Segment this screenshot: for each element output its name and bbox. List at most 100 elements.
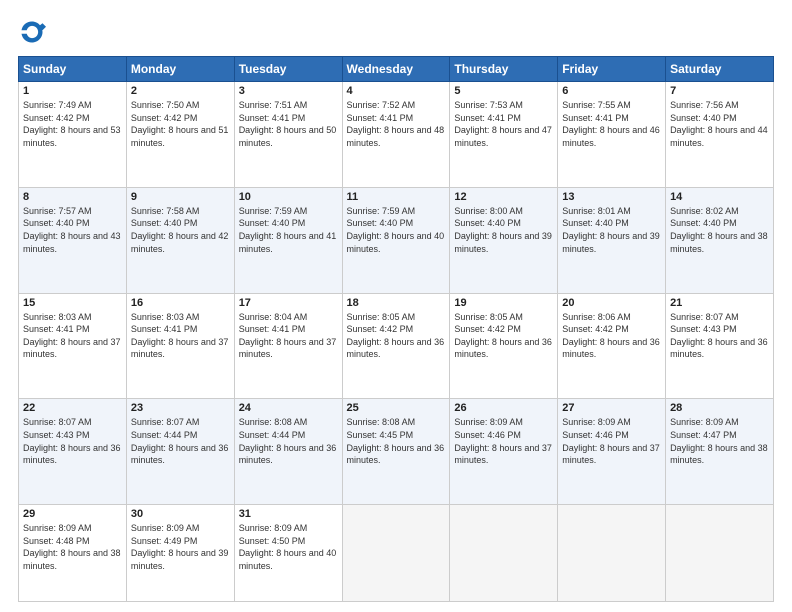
calendar-week-row: 29 Sunrise: 8:09 AM Sunset: 4:48 PM Dayl…: [19, 505, 774, 602]
day-number: 15: [23, 297, 122, 309]
calendar-week-row: 22 Sunrise: 8:07 AM Sunset: 4:43 PM Dayl…: [19, 399, 774, 505]
day-number: 26: [454, 402, 553, 414]
day-number: 10: [239, 191, 338, 203]
day-info: Sunrise: 8:09 AM Sunset: 4:48 PM Dayligh…: [23, 522, 122, 572]
logo: [18, 18, 50, 46]
day-info: Sunrise: 8:09 AM Sunset: 4:46 PM Dayligh…: [562, 416, 661, 466]
day-info: Sunrise: 7:49 AM Sunset: 4:42 PM Dayligh…: [23, 99, 122, 149]
day-number: 27: [562, 402, 661, 414]
calendar-week-row: 8 Sunrise: 7:57 AM Sunset: 4:40 PM Dayli…: [19, 187, 774, 293]
day-info: Sunrise: 8:03 AM Sunset: 4:41 PM Dayligh…: [23, 311, 122, 361]
day-number: 22: [23, 402, 122, 414]
day-number: 6: [562, 85, 661, 97]
day-info: Sunrise: 8:00 AM Sunset: 4:40 PM Dayligh…: [454, 205, 553, 255]
header-thursday: Thursday: [450, 57, 558, 82]
day-info: Sunrise: 8:07 AM Sunset: 4:44 PM Dayligh…: [131, 416, 230, 466]
table-row: 17 Sunrise: 8:04 AM Sunset: 4:41 PM Dayl…: [234, 293, 342, 399]
header-tuesday: Tuesday: [234, 57, 342, 82]
table-row: 20 Sunrise: 8:06 AM Sunset: 4:42 PM Dayl…: [558, 293, 666, 399]
day-info: Sunrise: 7:59 AM Sunset: 4:40 PM Dayligh…: [347, 205, 446, 255]
header-friday: Friday: [558, 57, 666, 82]
header-monday: Monday: [126, 57, 234, 82]
table-row: 26 Sunrise: 8:09 AM Sunset: 4:46 PM Dayl…: [450, 399, 558, 505]
table-row: [666, 505, 774, 602]
day-number: 19: [454, 297, 553, 309]
day-info: Sunrise: 8:03 AM Sunset: 4:41 PM Dayligh…: [131, 311, 230, 361]
table-row: 31 Sunrise: 8:09 AM Sunset: 4:50 PM Dayl…: [234, 505, 342, 602]
table-row: 15 Sunrise: 8:03 AM Sunset: 4:41 PM Dayl…: [19, 293, 127, 399]
day-info: Sunrise: 8:09 AM Sunset: 4:50 PM Dayligh…: [239, 522, 338, 572]
day-info: Sunrise: 7:51 AM Sunset: 4:41 PM Dayligh…: [239, 99, 338, 149]
day-info: Sunrise: 7:53 AM Sunset: 4:41 PM Dayligh…: [454, 99, 553, 149]
header-saturday: Saturday: [666, 57, 774, 82]
day-number: 21: [670, 297, 769, 309]
day-info: Sunrise: 7:52 AM Sunset: 4:41 PM Dayligh…: [347, 99, 446, 149]
day-number: 3: [239, 85, 338, 97]
table-row: 25 Sunrise: 8:08 AM Sunset: 4:45 PM Dayl…: [342, 399, 450, 505]
table-row: 27 Sunrise: 8:09 AM Sunset: 4:46 PM Dayl…: [558, 399, 666, 505]
table-row: 9 Sunrise: 7:58 AM Sunset: 4:40 PM Dayli…: [126, 187, 234, 293]
table-row: [342, 505, 450, 602]
table-row: 21 Sunrise: 8:07 AM Sunset: 4:43 PM Dayl…: [666, 293, 774, 399]
weekday-header-row: Sunday Monday Tuesday Wednesday Thursday…: [19, 57, 774, 82]
table-row: 10 Sunrise: 7:59 AM Sunset: 4:40 PM Dayl…: [234, 187, 342, 293]
day-info: Sunrise: 8:08 AM Sunset: 4:44 PM Dayligh…: [239, 416, 338, 466]
day-info: Sunrise: 8:06 AM Sunset: 4:42 PM Dayligh…: [562, 311, 661, 361]
day-number: 7: [670, 85, 769, 97]
table-row: 8 Sunrise: 7:57 AM Sunset: 4:40 PM Dayli…: [19, 187, 127, 293]
day-info: Sunrise: 7:57 AM Sunset: 4:40 PM Dayligh…: [23, 205, 122, 255]
table-row: 23 Sunrise: 8:07 AM Sunset: 4:44 PM Dayl…: [126, 399, 234, 505]
day-number: 5: [454, 85, 553, 97]
table-row: 6 Sunrise: 7:55 AM Sunset: 4:41 PM Dayli…: [558, 82, 666, 188]
day-number: 29: [23, 508, 122, 520]
table-row: 18 Sunrise: 8:05 AM Sunset: 4:42 PM Dayl…: [342, 293, 450, 399]
day-number: 13: [562, 191, 661, 203]
table-row: 13 Sunrise: 8:01 AM Sunset: 4:40 PM Dayl…: [558, 187, 666, 293]
day-info: Sunrise: 8:01 AM Sunset: 4:40 PM Dayligh…: [562, 205, 661, 255]
day-number: 12: [454, 191, 553, 203]
day-number: 8: [23, 191, 122, 203]
table-row: 11 Sunrise: 7:59 AM Sunset: 4:40 PM Dayl…: [342, 187, 450, 293]
day-info: Sunrise: 7:50 AM Sunset: 4:42 PM Dayligh…: [131, 99, 230, 149]
day-number: 31: [239, 508, 338, 520]
day-info: Sunrise: 8:05 AM Sunset: 4:42 PM Dayligh…: [454, 311, 553, 361]
day-info: Sunrise: 8:05 AM Sunset: 4:42 PM Dayligh…: [347, 311, 446, 361]
table-row: 12 Sunrise: 8:00 AM Sunset: 4:40 PM Dayl…: [450, 187, 558, 293]
header-sunday: Sunday: [19, 57, 127, 82]
day-number: 30: [131, 508, 230, 520]
day-info: Sunrise: 7:59 AM Sunset: 4:40 PM Dayligh…: [239, 205, 338, 255]
day-number: 11: [347, 191, 446, 203]
table-row: 7 Sunrise: 7:56 AM Sunset: 4:40 PM Dayli…: [666, 82, 774, 188]
day-info: Sunrise: 8:09 AM Sunset: 4:46 PM Dayligh…: [454, 416, 553, 466]
table-row: 22 Sunrise: 8:07 AM Sunset: 4:43 PM Dayl…: [19, 399, 127, 505]
day-info: Sunrise: 7:58 AM Sunset: 4:40 PM Dayligh…: [131, 205, 230, 255]
table-row: 5 Sunrise: 7:53 AM Sunset: 4:41 PM Dayli…: [450, 82, 558, 188]
day-number: 4: [347, 85, 446, 97]
day-number: 17: [239, 297, 338, 309]
day-number: 14: [670, 191, 769, 203]
day-info: Sunrise: 8:04 AM Sunset: 4:41 PM Dayligh…: [239, 311, 338, 361]
header: [18, 18, 774, 46]
day-number: 1: [23, 85, 122, 97]
table-row: 3 Sunrise: 7:51 AM Sunset: 4:41 PM Dayli…: [234, 82, 342, 188]
table-row: 14 Sunrise: 8:02 AM Sunset: 4:40 PM Dayl…: [666, 187, 774, 293]
day-number: 20: [562, 297, 661, 309]
day-info: Sunrise: 7:55 AM Sunset: 4:41 PM Dayligh…: [562, 99, 661, 149]
calendar-week-row: 15 Sunrise: 8:03 AM Sunset: 4:41 PM Dayl…: [19, 293, 774, 399]
day-info: Sunrise: 8:02 AM Sunset: 4:40 PM Dayligh…: [670, 205, 769, 255]
day-number: 28: [670, 402, 769, 414]
day-number: 23: [131, 402, 230, 414]
day-info: Sunrise: 8:09 AM Sunset: 4:47 PM Dayligh…: [670, 416, 769, 466]
header-wednesday: Wednesday: [342, 57, 450, 82]
day-info: Sunrise: 8:07 AM Sunset: 4:43 PM Dayligh…: [670, 311, 769, 361]
table-row: 29 Sunrise: 8:09 AM Sunset: 4:48 PM Dayl…: [19, 505, 127, 602]
table-row: 4 Sunrise: 7:52 AM Sunset: 4:41 PM Dayli…: [342, 82, 450, 188]
table-row: 1 Sunrise: 7:49 AM Sunset: 4:42 PM Dayli…: [19, 82, 127, 188]
table-row: [450, 505, 558, 602]
day-number: 24: [239, 402, 338, 414]
day-number: 25: [347, 402, 446, 414]
table-row: [558, 505, 666, 602]
day-info: Sunrise: 7:56 AM Sunset: 4:40 PM Dayligh…: [670, 99, 769, 149]
calendar-week-row: 1 Sunrise: 7:49 AM Sunset: 4:42 PM Dayli…: [19, 82, 774, 188]
table-row: 16 Sunrise: 8:03 AM Sunset: 4:41 PM Dayl…: [126, 293, 234, 399]
